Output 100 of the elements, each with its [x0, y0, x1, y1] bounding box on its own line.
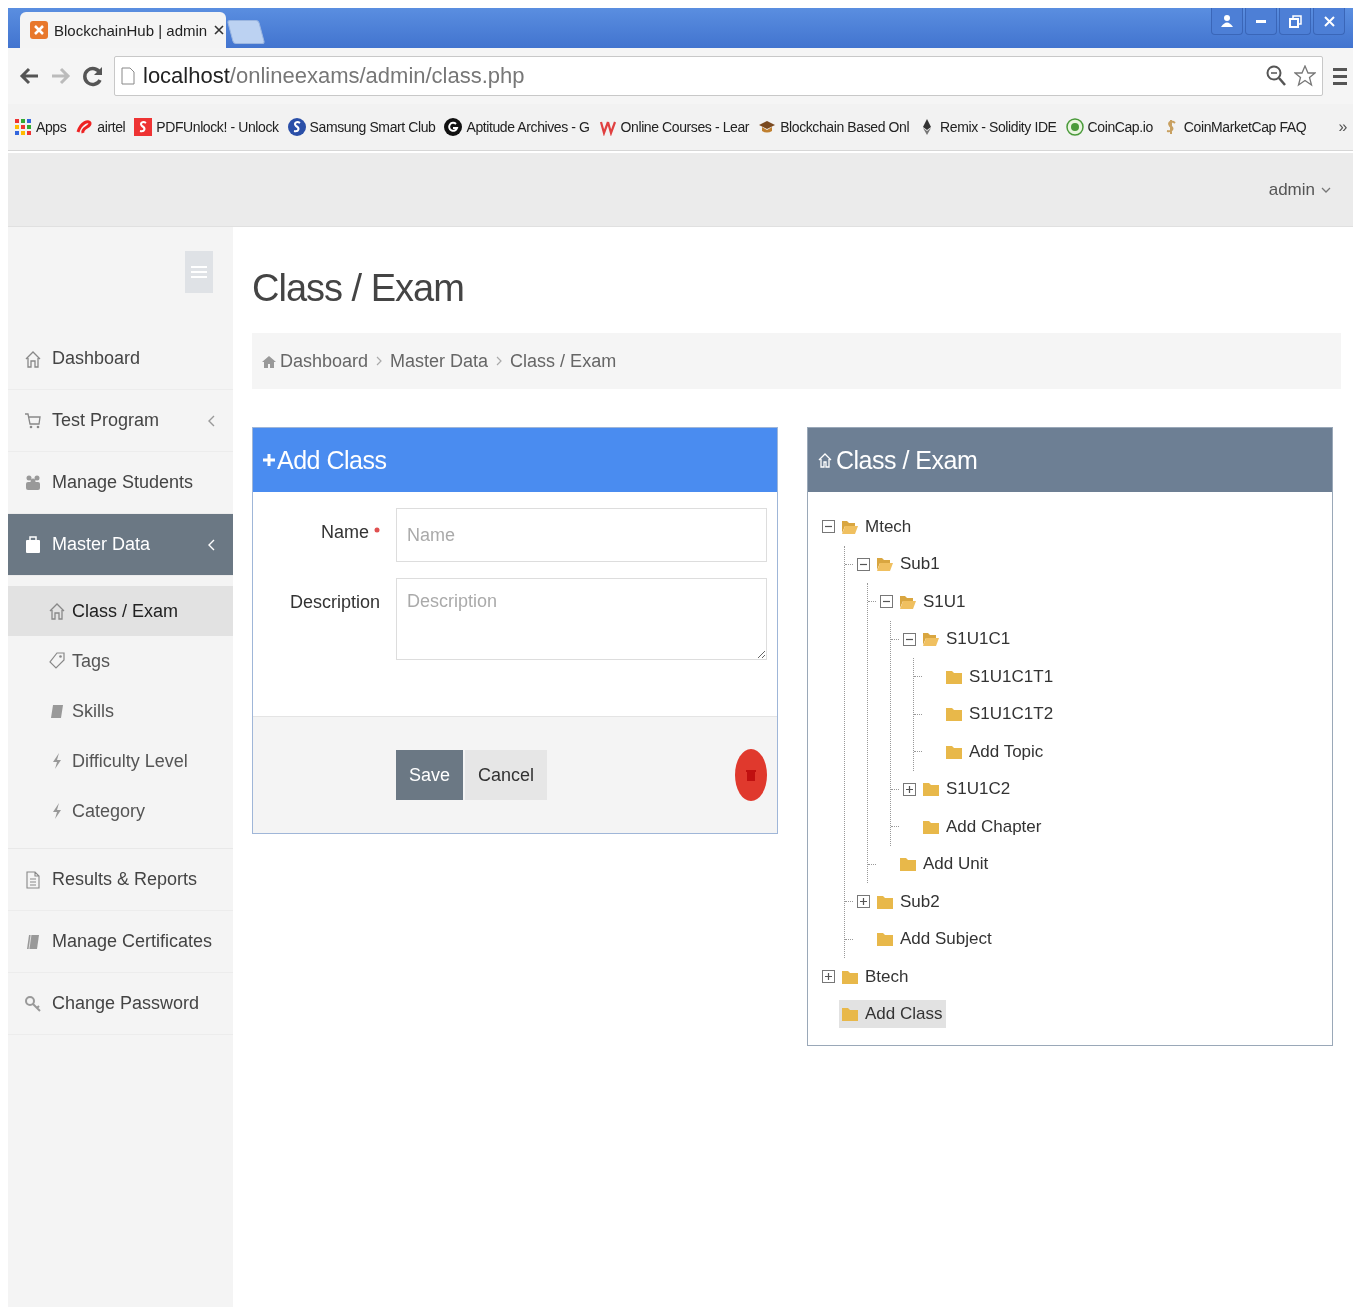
folder-icon — [841, 1006, 859, 1023]
s-circle-icon — [287, 118, 306, 136]
open-folder-icon — [899, 593, 917, 610]
submenu-item[interactable]: Category — [8, 786, 233, 836]
minimize-button[interactable] — [1245, 8, 1277, 35]
bookmark-link[interactable]: Blockchain Based Onl — [758, 118, 910, 136]
panel-title: Add Class — [277, 445, 387, 475]
expand-icon[interactable] — [857, 895, 870, 909]
collapse-icon[interactable] — [857, 557, 870, 571]
submenu-item[interactable]: Tags — [8, 636, 233, 686]
document-icon — [24, 870, 42, 889]
tree-node[interactable]: Mtech — [839, 512, 916, 541]
app-logo-icon — [30, 21, 48, 39]
back-icon[interactable] — [18, 66, 40, 86]
bookmark-link[interactable]: airtel — [75, 118, 126, 136]
tree-node[interactable]: Sub1 — [874, 550, 944, 579]
description-field[interactable]: Description — [396, 578, 767, 660]
bookmark-link[interactable]: Aptitude Archives - G — [444, 118, 590, 136]
more-bookmarks-button[interactable]: » — [1338, 118, 1347, 136]
sidebar-item[interactable]: Manage Certificates — [8, 911, 233, 973]
home-icon — [818, 452, 832, 468]
expand-icon[interactable] — [822, 970, 835, 984]
bookmark-link[interactable]: PDFUnlock! - Unlock — [134, 118, 279, 136]
submenu-item[interactable]: Skills — [8, 686, 233, 736]
url-text: localhost/onlineexams/admin/class.php — [143, 63, 525, 89]
restore-icon — [1288, 14, 1302, 28]
bookmark-link[interactable]: Apps — [14, 118, 67, 136]
bookmark-link[interactable]: Samsung Smart Club — [287, 118, 436, 136]
folder-icon — [945, 743, 963, 760]
menu-icon[interactable] — [1333, 66, 1347, 86]
bookmark-link[interactable]: Remix - Solidity IDE — [918, 118, 1057, 136]
s-logo-icon — [134, 118, 153, 136]
close-icon — [1323, 15, 1335, 27]
save-button[interactable]: Save — [396, 750, 464, 800]
breadcrumb-link[interactable]: Dashboard — [262, 350, 369, 372]
open-folder-icon — [841, 518, 859, 535]
home-icon — [24, 349, 42, 368]
tree-node[interactable]: S1U1C1T2 — [943, 700, 1058, 729]
tree-node[interactable]: S1U1 — [897, 587, 970, 616]
tree-node[interactable]: Add Subject — [874, 925, 996, 954]
submenu-item[interactable]: Class / Exam — [8, 586, 233, 636]
name-field[interactable]: Name — [396, 508, 767, 562]
sidebar-item[interactable]: Results & Reports — [8, 849, 233, 911]
g-circle-icon — [444, 118, 463, 136]
sidebar-toggle-button[interactable] — [185, 251, 213, 293]
tree-node[interactable]: Sub2 — [874, 887, 944, 916]
open-folder-icon — [876, 556, 894, 573]
key-icon — [24, 994, 42, 1013]
close-icon[interactable] — [213, 24, 226, 36]
book-icon — [24, 932, 42, 951]
reload-icon[interactable] — [82, 65, 104, 87]
restore-button[interactable] — [1279, 8, 1311, 35]
sidebar-item[interactable]: Master Data — [8, 514, 233, 576]
collapse-icon[interactable] — [903, 632, 916, 646]
submenu-item[interactable]: Difficulty Level — [8, 736, 233, 786]
tree-node[interactable]: Add Topic — [943, 737, 1048, 766]
minimize-icon — [1256, 19, 1266, 23]
close-button[interactable] — [1313, 8, 1345, 35]
tree-node[interactable]: S1U1C1 — [920, 625, 1015, 654]
profile-button[interactable] — [1211, 8, 1243, 35]
trash-icon — [746, 769, 756, 781]
menu-icon — [191, 263, 207, 281]
expand-icon[interactable] — [903, 782, 916, 796]
bookmark-link[interactable]: CoinMarketCap FAQ — [1161, 118, 1307, 136]
folder-icon — [841, 968, 859, 985]
star-icon[interactable] — [1294, 65, 1316, 87]
clipboard-icon — [24, 535, 42, 554]
delete-button[interactable] — [735, 749, 767, 801]
tree-node[interactable]: S1U1C1T1 — [943, 662, 1058, 691]
bookmark-link[interactable]: CoinCap.io — [1065, 118, 1153, 136]
tree-node[interactable]: Add Unit — [897, 850, 993, 879]
sidebar-item[interactable]: Change Password — [8, 973, 233, 1035]
sidebar-item[interactable]: Dashboard — [8, 328, 233, 390]
address-bar[interactable]: localhost/onlineexams/admin/class.php — [114, 56, 1323, 96]
home-icon — [48, 602, 66, 620]
tree-node[interactable]: S1U1C2 — [920, 775, 1015, 804]
profile-icon — [1221, 15, 1233, 27]
collapse-icon[interactable] — [822, 520, 835, 534]
tree-node[interactable]: Add Class — [839, 1000, 947, 1029]
chevron-icon — [376, 356, 383, 366]
folder-icon — [922, 781, 940, 798]
breadcrumb-link[interactable]: Master Data — [390, 350, 489, 372]
folder-icon — [899, 856, 917, 873]
folder-icon — [945, 706, 963, 723]
user-menu[interactable]: admin — [1268, 179, 1331, 200]
collapse-icon[interactable] — [880, 595, 893, 609]
tree-node[interactable]: Btech — [839, 962, 913, 991]
sidebar-item[interactable]: Test Program — [8, 390, 233, 452]
cancel-button[interactable]: Cancel — [465, 750, 548, 800]
zoom-icon[interactable] — [1266, 65, 1286, 87]
tab-title: BlockchainHub | admin — [54, 21, 208, 39]
field-label: Name — [253, 508, 388, 543]
plus-icon — [263, 454, 275, 466]
open-folder-icon — [922, 631, 940, 648]
tree-node[interactable]: Add Chapter — [920, 812, 1046, 841]
apps-icon — [14, 118, 32, 136]
bookmark-link[interactable]: Online Courses - Lear — [598, 118, 750, 136]
coin-icon — [1065, 118, 1084, 136]
browser-tab[interactable]: BlockchainHub | admin — [20, 12, 226, 48]
folder-icon — [945, 668, 963, 685]
